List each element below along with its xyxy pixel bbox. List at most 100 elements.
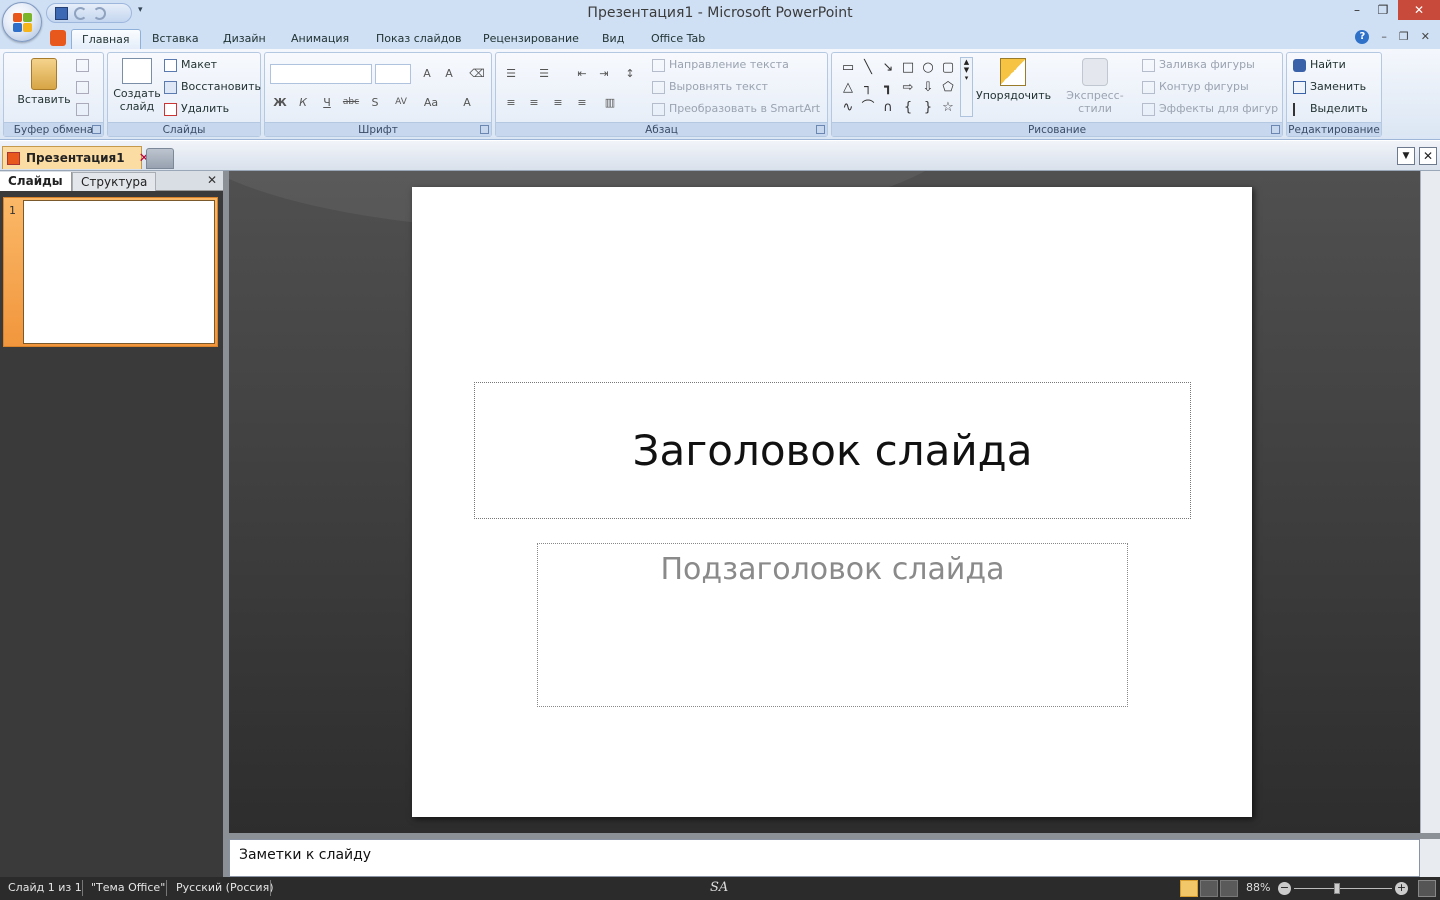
drawing-launcher-icon[interactable] <box>1271 125 1280 134</box>
right-arrow-shape-icon[interactable]: ⇨ <box>898 78 918 98</box>
tab-review[interactable]: Рецензирование <box>473 29 589 49</box>
tab-office-tab[interactable]: Office Tab <box>641 29 715 49</box>
close-panel-icon[interactable]: ✕ <box>207 173 217 187</box>
shrink-font-icon[interactable]: A <box>439 64 459 83</box>
increase-indent-icon[interactable]: ⇥ <box>594 64 614 83</box>
textbox-shape-icon[interactable]: ▭ <box>838 58 858 78</box>
tab-slides[interactable]: Слайды <box>0 172 72 191</box>
tab-design[interactable]: Дизайн <box>213 29 276 49</box>
tab-list-dropdown-icon[interactable]: ▼ <box>1397 147 1415 165</box>
layout-button[interactable]: Макет <box>164 56 217 74</box>
shapes-gallery[interactable]: ▭ ╲ ↘ □ ○ ▢ △ ┐ ┓ ⇨ ⇩ ⬠ ∿ ⌒ ∩ { } ☆ <box>838 58 962 118</box>
select-button[interactable]: Выделить <box>1293 100 1368 118</box>
slideshow-view-icon[interactable] <box>1220 880 1238 897</box>
align-left-icon[interactable]: ≡ <box>501 93 521 112</box>
zoom-level[interactable]: 88% <box>1246 881 1270 894</box>
align-right-icon[interactable]: ≡ <box>548 93 568 112</box>
elbow-connector-icon[interactable]: ┐ <box>858 78 878 98</box>
tab-slideshow[interactable]: Показ слайдов <box>366 29 472 49</box>
right-brace-icon[interactable]: } <box>918 98 938 118</box>
replace-button[interactable]: Заменить <box>1293 78 1366 96</box>
paste-button[interactable]: Вставить <box>14 58 74 106</box>
shape-outline-button[interactable]: Контур фигуры <box>1142 78 1249 96</box>
align-text-button[interactable]: Выровнять текст <box>652 78 768 96</box>
freeform-shape-icon[interactable]: ∩ <box>878 98 898 118</box>
shape-fill-button[interactable]: Заливка фигуры <box>1142 56 1255 74</box>
left-brace-icon[interactable]: { <box>898 98 918 118</box>
paragraph-launcher-icon[interactable] <box>816 125 825 134</box>
font-name-select[interactable] <box>270 64 372 84</box>
close-window-button[interactable]: ✕ <box>1398 0 1440 20</box>
line-shape-icon[interactable]: ╲ <box>858 58 878 78</box>
ribbon-minimize-icon[interactable]: – <box>1381 30 1387 44</box>
zoom-out-icon[interactable]: − <box>1278 882 1291 895</box>
rounded-rect-shape-icon[interactable]: ▢ <box>938 58 958 78</box>
notes-scrollbar[interactable] <box>1420 839 1440 877</box>
minimize-button[interactable]: – <box>1344 0 1370 20</box>
vertical-scrollbar[interactable] <box>1420 171 1440 833</box>
tab-insert[interactable]: Вставка <box>142 29 209 49</box>
grow-font-icon[interactable]: A <box>417 64 437 83</box>
slide-thumbnail-selected[interactable]: 1 <box>3 197 218 347</box>
zoom-slider-thumb[interactable] <box>1334 883 1341 894</box>
char-spacing-button[interactable]: AV <box>391 93 411 112</box>
help-icon[interactable]: ? <box>1355 30 1370 44</box>
zoom-in-icon[interactable]: + <box>1395 882 1408 895</box>
slide-canvas[interactable]: Заголовок слайда Подзаголовок слайда <box>412 187 1252 817</box>
font-launcher-icon[interactable] <box>480 125 489 134</box>
maximize-button[interactable]: ❐ <box>1370 0 1396 20</box>
ribbon-restore-icon[interactable]: ❐ <box>1399 30 1409 44</box>
arrow-line-shape-icon[interactable]: ↘ <box>878 58 898 78</box>
text-direction-button[interactable]: Направление текста <box>652 56 789 74</box>
ribbon-close-icon[interactable]: ✕ <box>1421 30 1430 44</box>
oval-shape-icon[interactable]: ○ <box>918 58 938 78</box>
reset-button[interactable]: Восстановить <box>164 78 261 96</box>
columns-icon[interactable]: ▥ <box>600 93 620 112</box>
theme-name[interactable]: "Тема Office" <box>91 881 165 894</box>
find-button[interactable]: Найти <box>1293 56 1346 74</box>
title-placeholder[interactable]: Заголовок слайда <box>474 382 1191 519</box>
decrease-indent-icon[interactable]: ⇤ <box>572 64 592 83</box>
clipboard-launcher-icon[interactable] <box>92 125 101 134</box>
new-slide-button[interactable]: Создать слайд <box>112 58 162 113</box>
change-case-button[interactable]: Aa <box>421 93 441 112</box>
triangle-shape-icon[interactable]: △ <box>838 78 858 98</box>
font-size-select[interactable] <box>375 64 411 84</box>
quick-styles-button[interactable]: Экспресс-стили <box>1052 58 1138 115</box>
copy-icon[interactable] <box>76 81 89 94</box>
line-spacing-icon[interactable]: ↕ <box>620 64 640 83</box>
delete-slide-button[interactable]: Удалить <box>164 100 229 118</box>
align-center-icon[interactable]: ≡ <box>524 93 544 112</box>
notes-input[interactable]: Заметки к слайду <box>229 839 1420 877</box>
rectangle-shape-icon[interactable]: □ <box>898 58 918 78</box>
strikethrough-button[interactable]: abc <box>341 93 361 112</box>
underline-button[interactable]: Ч <box>317 93 337 112</box>
smartart-button[interactable]: Преобразовать в SmartArt <box>652 100 820 118</box>
document-tab[interactable]: Презентация1 ✕ <box>2 146 150 169</box>
shape-effects-button[interactable]: Эффекты для фигур <box>1142 100 1278 118</box>
curve-shape-icon[interactable]: ∿ <box>838 98 858 118</box>
slide-sorter-view-icon[interactable] <box>1200 880 1218 897</box>
fit-to-window-icon[interactable] <box>1418 880 1436 897</box>
down-arrow-shape-icon[interactable]: ⇩ <box>918 78 938 98</box>
zoom-slider[interactable] <box>1294 888 1392 889</box>
cut-icon[interactable] <box>76 59 89 72</box>
slide-thumbnail[interactable] <box>23 200 215 344</box>
normal-view-icon[interactable] <box>1180 880 1198 897</box>
new-tab-button[interactable] <box>146 148 174 169</box>
office-button[interactable] <box>2 2 42 42</box>
bullets-icon[interactable]: ☰ <box>501 64 521 83</box>
shapes-gallery-scroll[interactable]: ▲ ▼ ▾ <box>960 57 973 117</box>
clear-format-icon[interactable]: ⌫ <box>467 64 487 83</box>
elbow-arrow-icon[interactable]: ┓ <box>878 78 898 98</box>
tab-outline[interactable]: Структура <box>72 172 157 191</box>
arc-shape-icon[interactable]: ⌒ <box>858 98 878 118</box>
font-color-button[interactable]: A <box>457 93 477 112</box>
arrange-button[interactable]: Упорядочить <box>976 58 1051 102</box>
justify-icon[interactable]: ≡ <box>572 93 592 112</box>
shadow-button[interactable]: S <box>365 93 385 112</box>
language-indicator[interactable]: Русский (Россия) <box>176 881 274 894</box>
bold-button[interactable]: Ж <box>270 93 290 112</box>
numbering-icon[interactable]: ☰ <box>534 64 554 83</box>
tab-home[interactable]: Главная <box>71 29 141 49</box>
